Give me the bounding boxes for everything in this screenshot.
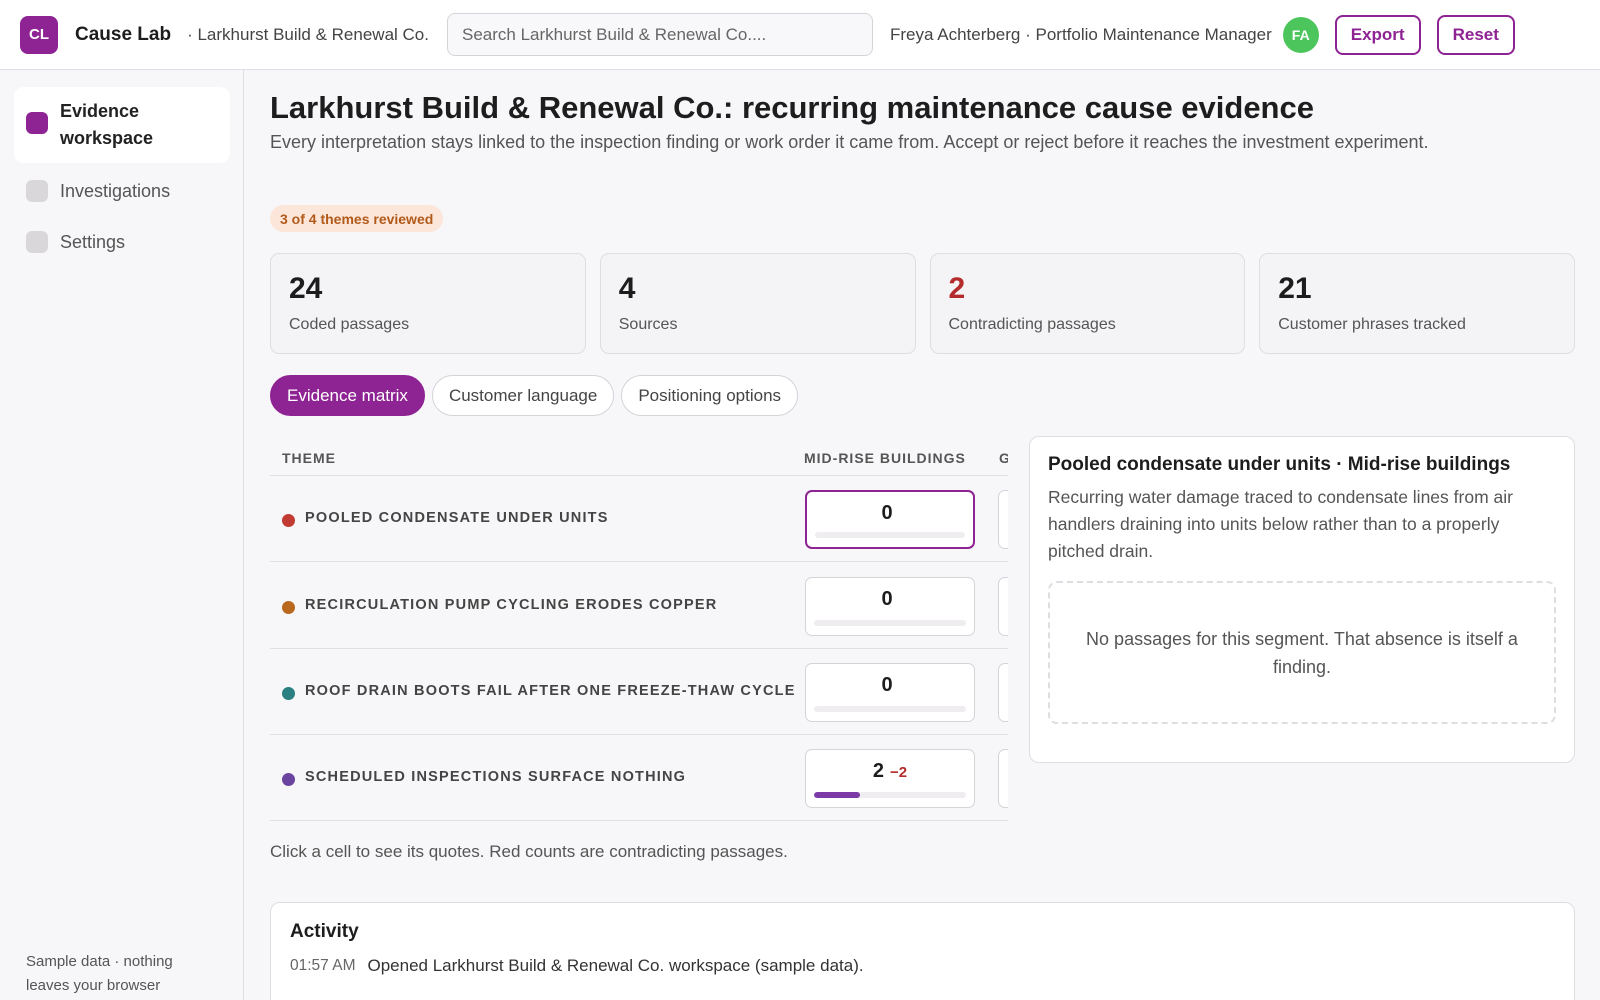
- theme-color-dot: [282, 687, 295, 700]
- cell-bar: [814, 706, 966, 712]
- app-logo[interactable]: CL: [20, 15, 58, 54]
- export-button[interactable]: Export: [1334, 14, 1421, 55]
- investigations-icon: [26, 180, 48, 202]
- search-input[interactable]: [446, 13, 873, 56]
- sidebar-item-label: Investigations: [60, 181, 171, 201]
- detail-title: Pooled condensate under units · Mid-rise…: [1048, 454, 1511, 475]
- stat-value: 24: [289, 272, 323, 305]
- matrix-cell[interactable]: 0: [805, 577, 975, 636]
- sidebar-item-settings[interactable]: Settings: [14, 225, 230, 261]
- top-bar: CL Cause Lab · Larkhurst Build & Renewal…: [0, 0, 1600, 70]
- detail-description: Recurring water damage traced to condens…: [1048, 487, 1513, 561]
- matrix-help-text: Click a cell to see its quotes. Red coun…: [270, 842, 788, 861]
- tab-customer-language[interactable]: Customer language: [431, 375, 615, 416]
- theme-color-dot: [282, 514, 295, 527]
- theme-label: SCHEDULED INSPECTIONS SURFACE NOTHING: [305, 769, 687, 785]
- reset-button[interactable]: Reset: [1436, 14, 1515, 55]
- stat-label: Customer phrases tracked: [1278, 316, 1466, 333]
- sidebar-footer-note: Sample data · nothing leaves your browse…: [26, 953, 173, 994]
- app-name: Cause Lab: [75, 23, 172, 45]
- review-status-badge: 3 of 4 themes reviewed: [270, 205, 444, 232]
- sidebar: Evidence workspace Investigations Settin…: [0, 70, 244, 1000]
- page-title: Larkhurst Build & Renewal Co.: recurring…: [270, 90, 1314, 125]
- column-header-mid-rise-buildings[interactable]: MID-RISE BUILDINGS: [804, 450, 966, 466]
- column-header-theme: THEME: [282, 450, 336, 466]
- tab-evidence-matrix[interactable]: Evidence matrix: [270, 375, 425, 416]
- matrix-header: THEME MID-RISE BUILDINGS G: [270, 432, 1008, 476]
- matrix-row: RECIRCULATION PUMP CYCLING ERODES COPPER…: [270, 563, 1008, 649]
- cell-bar: [814, 792, 966, 798]
- settings-icon: [26, 231, 48, 253]
- matrix-cell[interactable]: 0: [805, 663, 975, 722]
- sidebar-item-label: Evidence workspace: [60, 101, 154, 148]
- theme-label: ROOF DRAIN BOOTS FAIL AFTER ONE FREEZE-T…: [305, 683, 796, 699]
- sidebar-item-evidence-workspace[interactable]: Evidence workspace: [14, 87, 230, 163]
- matrix-row: POOLED CONDENSATE UNDER UNITS 0: [270, 476, 1008, 562]
- matrix-cell-next-column[interactable]: [998, 577, 1008, 636]
- matrix-cell[interactable]: 0: [805, 490, 975, 549]
- activity-title: Activity: [290, 921, 359, 942]
- theme-color-dot: [282, 773, 295, 786]
- avatar[interactable]: FA: [1282, 16, 1319, 53]
- cell-bar: [815, 532, 965, 538]
- activity-text: Opened Larkhurst Build & Renewal Co. wor…: [367, 956, 864, 975]
- sidebar-item-label: Settings: [60, 232, 126, 252]
- user-label: Freya Achterberg · Portfolio Maintenance…: [889, 24, 1272, 44]
- matrix-cell-next-column[interactable]: [998, 749, 1008, 808]
- cell-bar: [814, 620, 966, 626]
- activity-panel: Activity 01:57 AM Opened Larkhurst Build…: [270, 902, 1575, 1000]
- matrix-cell-next-column[interactable]: [998, 490, 1008, 549]
- stat-card-customer-phrases: 21 Customer phrases tracked: [1259, 253, 1575, 354]
- matrix-row: SCHEDULED INSPECTIONS SURFACE NOTHING 2−…: [270, 735, 1008, 821]
- theme-label: POOLED CONDENSATE UNDER UNITS: [305, 510, 609, 526]
- page-description: Every interpretation stays linked to the…: [270, 132, 1429, 152]
- stat-label: Coded passages: [289, 316, 410, 333]
- empty-state-message: No passages for this segment. That absen…: [1048, 581, 1556, 724]
- cell-bar-fill: [814, 792, 860, 798]
- matrix-row: ROOF DRAIN BOOTS FAIL AFTER ONE FREEZE-T…: [270, 649, 1008, 735]
- theme-label: RECIRCULATION PUMP CYCLING ERODES COPPER: [305, 597, 718, 613]
- tab-positioning-options[interactable]: Positioning options: [621, 375, 799, 416]
- contradict-count: −2: [890, 764, 908, 781]
- cell-count: 0: [881, 588, 893, 610]
- stat-card-contradicting-passages: 2 Contradicting passages: [929, 253, 1246, 354]
- sidebar-item-investigations[interactable]: Investigations: [14, 174, 230, 210]
- view-tabs: Evidence matrix Customer language Positi…: [270, 375, 799, 416]
- stat-value: 2: [948, 272, 966, 305]
- org-name: · Larkhurst Build & Renewal Co.: [187, 24, 429, 44]
- stat-label: Sources: [618, 316, 678, 333]
- stats-row: 24 Coded passages 4 Sources 2 Contradict…: [270, 253, 1575, 354]
- stat-card-coded-passages: 24 Coded passages: [270, 253, 586, 354]
- cell-count: 2 −2: [872, 760, 908, 782]
- matrix-cell-next-column[interactable]: [998, 663, 1008, 722]
- activity-entry: 01:57 AM Opened Larkhurst Build & Renewa…: [290, 955, 1555, 977]
- theme-color-dot: [282, 601, 295, 614]
- evidence-matrix: THEME MID-RISE BUILDINGS G POOLED CONDEN…: [270, 432, 1008, 896]
- stat-value: 4: [618, 272, 636, 305]
- cell-count: 0: [881, 674, 893, 696]
- evidence-workspace-icon: [26, 112, 48, 134]
- stat-value: 21: [1278, 272, 1312, 305]
- column-header-next[interactable]: G: [999, 450, 1008, 466]
- stat-label: Contradicting passages: [948, 316, 1116, 333]
- activity-time: 01:57 AM: [290, 957, 356, 974]
- segment-detail-panel: Pooled condensate under units · Mid-rise…: [1029, 436, 1575, 763]
- cell-count: 0: [881, 502, 893, 524]
- matrix-cell[interactable]: 2 −2: [805, 749, 975, 808]
- stat-card-sources: 4 Sources: [599, 253, 916, 354]
